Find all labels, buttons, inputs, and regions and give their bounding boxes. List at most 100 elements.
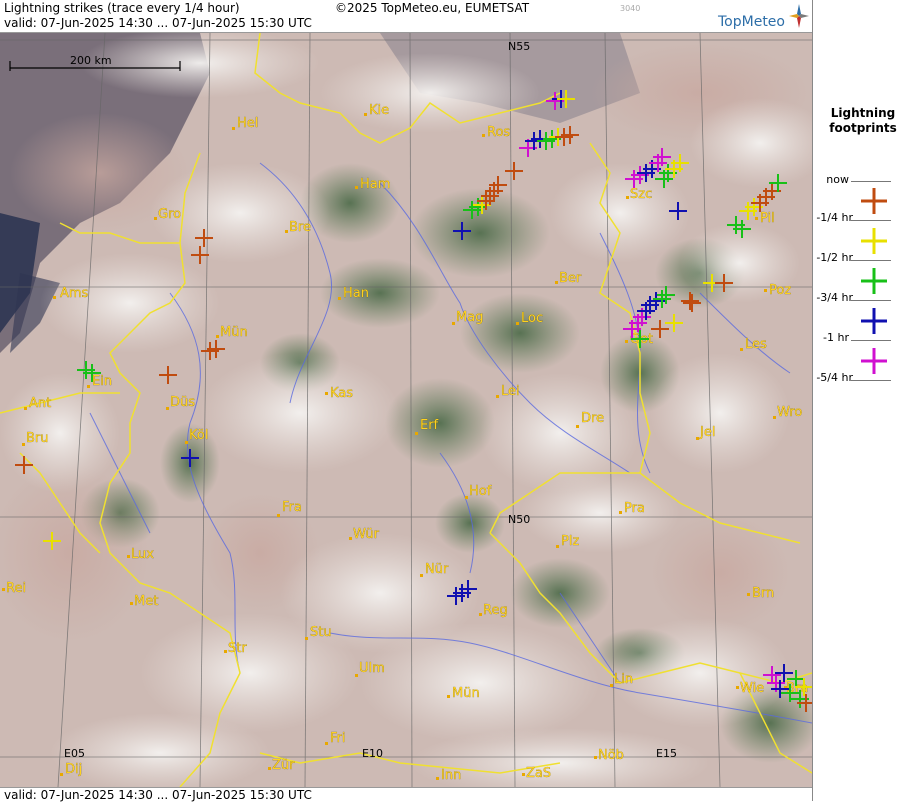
svg-text:Lei: Lei: [501, 384, 520, 399]
svg-text:Dij: Dij: [65, 762, 82, 777]
legend-tick: [851, 260, 891, 261]
legend-label: -3/4 hr: [816, 291, 853, 304]
svg-text:Dre: Dre: [581, 411, 604, 426]
city[interactable]: Brn: [747, 586, 774, 601]
legend-tick: [851, 300, 891, 301]
grid-label: N55: [508, 40, 530, 53]
city[interactable]: Rei: [2, 581, 26, 596]
legend-tick: [851, 380, 891, 381]
lightning-cross-icon: [861, 188, 887, 214]
grid-label: N50: [508, 513, 530, 526]
city[interactable]: Mün: [216, 325, 248, 340]
legend-label: -5/4 hr: [816, 371, 853, 384]
city[interactable]: Köl: [185, 428, 209, 444]
svg-text:Ein: Ein: [92, 374, 112, 389]
svg-text:Ant: Ant: [29, 396, 51, 411]
svg-text:Zür: Zür: [272, 758, 295, 773]
city[interactable]: Kas: [325, 386, 353, 401]
city[interactable]: Ber: [555, 271, 582, 286]
svg-text:Str: Str: [228, 641, 247, 656]
city[interactable]: Poz: [764, 283, 792, 298]
city[interactable]: Reg: [479, 603, 508, 618]
city[interactable]: Loc: [516, 311, 543, 326]
city[interactable]: Ant: [24, 396, 51, 411]
valid-time-top: valid: 07-Jun-2025 14:30 ... 07-Jun-2025…: [4, 16, 312, 30]
city[interactable]: Bre: [285, 220, 311, 235]
svg-text:Poz: Poz: [769, 283, 791, 298]
city[interactable]: Ros: [482, 125, 511, 140]
svg-text:Pil: Pil: [760, 211, 775, 226]
city[interactable]: Ulm: [355, 661, 385, 677]
city[interactable]: Szc: [626, 187, 652, 202]
svg-text:Bre: Bre: [289, 220, 311, 235]
svg-text:Wie: Wie: [740, 681, 764, 696]
legend-tick: [851, 340, 891, 341]
city[interactable]: Düs: [166, 395, 195, 410]
city[interactable]: Wür: [349, 527, 380, 542]
svg-text:Lin: Lin: [614, 672, 633, 687]
valid-time-bottom: valid: 07-Jun-2025 14:30 ... 07-Jun-2025…: [4, 788, 312, 802]
city[interactable]: Hof: [465, 484, 492, 499]
svg-text:Ulm: Ulm: [359, 661, 385, 676]
header-bar: Lightning strikes (trace every 1/4 hour)…: [0, 0, 812, 33]
svg-text:Mün: Mün: [220, 325, 248, 340]
city[interactable]: Dre: [576, 411, 604, 428]
svg-text:Mün: Mün: [452, 686, 480, 701]
legend-tick: [851, 220, 891, 221]
svg-text:Szc: Szc: [630, 187, 652, 202]
svg-text:Köl: Köl: [189, 428, 208, 443]
svg-text:Loc: Loc: [521, 311, 543, 326]
svg-text:Ber: Ber: [559, 271, 582, 286]
city[interactable]: Lin: [610, 672, 633, 687]
city[interactable]: Bru: [22, 431, 49, 446]
topmeteo-logo[interactable]: TopMeteo: [718, 14, 785, 30]
city[interactable]: Gro: [154, 207, 181, 222]
svg-text:Ams: Ams: [60, 286, 89, 301]
city[interactable]: Lux: [127, 547, 154, 562]
svg-text:Fri: Fri: [330, 731, 346, 746]
map-canvas: 200 km N55 N50 E05 E10 E15 Hel Kie Ros H…: [0, 33, 812, 787]
lightning-cross-icon: [861, 348, 887, 374]
legend-label-now: now: [826, 173, 849, 186]
svg-text:Stu: Stu: [310, 625, 332, 640]
svg-text:Pra: Pra: [624, 501, 645, 516]
copyright: ©2025 TopMeteo.eu, EUMETSAT: [335, 1, 530, 15]
city[interactable]: Mün: [447, 686, 480, 701]
svg-text:Erf: Erf: [420, 418, 439, 433]
svg-text:Ham: Ham: [360, 177, 390, 192]
lightning-cross-icon: [861, 308, 887, 334]
svg-text:Han: Han: [343, 286, 369, 301]
product-code: 3040: [620, 4, 641, 13]
city[interactable]: Ham: [355, 177, 391, 192]
svg-text:ZaS: ZaS: [526, 766, 551, 781]
legend-title: Lightning footprints: [829, 106, 897, 135]
svg-text:Jel: Jel: [699, 425, 715, 440]
svg-text:Fra: Fra: [282, 500, 302, 515]
city[interactable]: Nöb: [594, 748, 624, 763]
grid-label: E15: [656, 747, 677, 760]
svg-text:Gro: Gro: [158, 207, 181, 222]
city[interactable]: Nür: [420, 562, 449, 577]
city[interactable]: Wro: [773, 405, 803, 420]
city[interactable]: Str: [224, 641, 248, 656]
city[interactable]: Mag: [452, 310, 484, 325]
city[interactable]: Zür: [268, 758, 295, 773]
footer-bar: valid: 07-Jun-2025 14:30 ... 07-Jun-2025…: [0, 787, 812, 802]
svg-text:Les: Les: [745, 337, 767, 352]
city[interactable]: Les: [740, 337, 767, 352]
svg-text:Bru: Bru: [26, 431, 49, 446]
city[interactable]: ZaS: [522, 766, 551, 781]
svg-text:Wür: Wür: [353, 527, 380, 542]
map-title: Lightning strikes (trace every 1/4 hour): [4, 1, 240, 15]
scale-bar-label: 200 km: [70, 54, 112, 67]
compass-star-icon: [789, 4, 809, 28]
city[interactable]: Met: [130, 594, 158, 609]
city[interactable]: Han: [338, 286, 369, 301]
svg-text:Kas: Kas: [330, 386, 353, 401]
city[interactable]: Wie: [736, 681, 764, 696]
legend-panel: Lightning footprints now -1/4 hr -1/2 hr…: [812, 0, 904, 801]
lightning-cross-icon: [861, 268, 887, 294]
legend-tick: [851, 181, 891, 182]
satellite-map[interactable]: 200 km N55 N50 E05 E10 E15 Hel Kie Ros H…: [0, 33, 812, 787]
svg-text:Kie: Kie: [369, 103, 389, 118]
